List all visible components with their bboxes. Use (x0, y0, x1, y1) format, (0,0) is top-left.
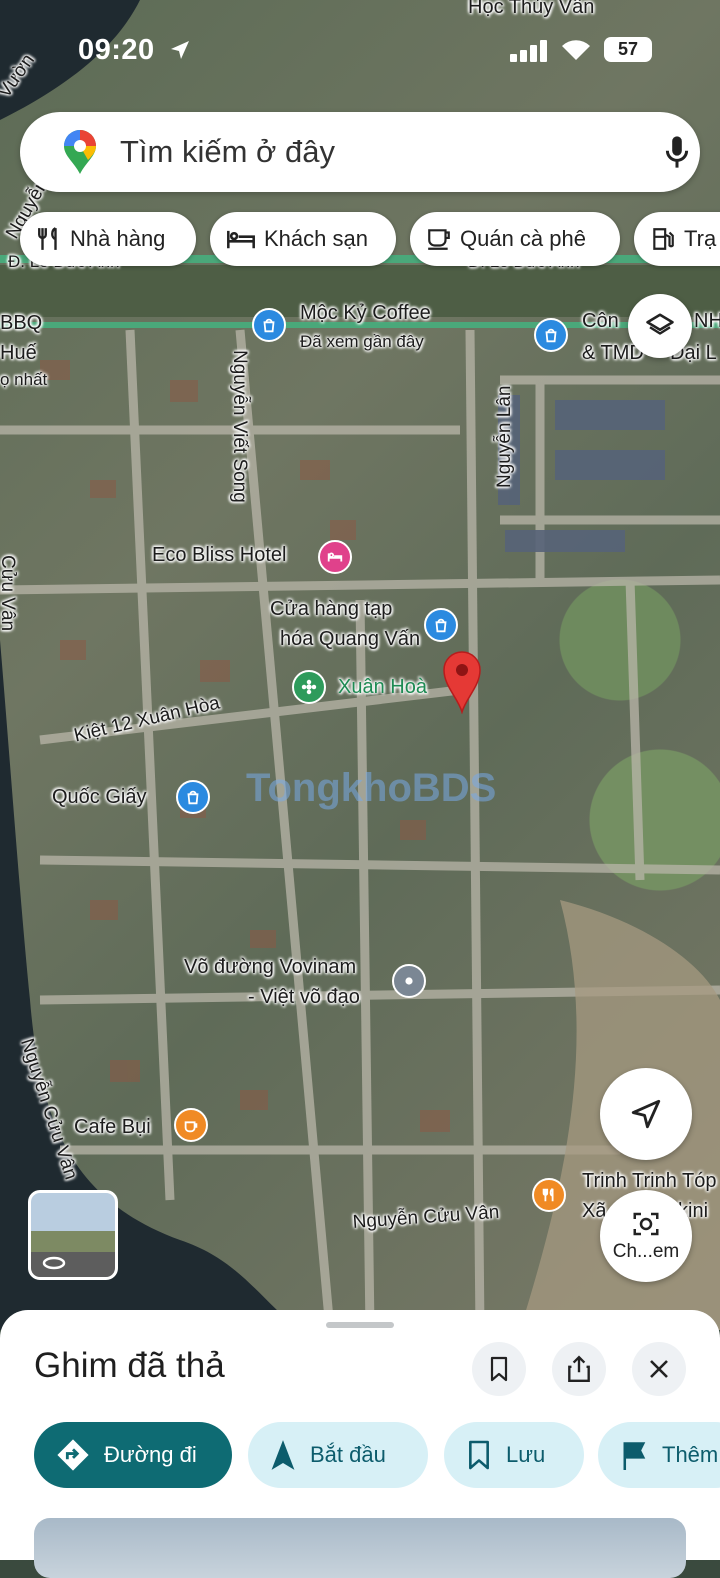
chip-label: Trạ (684, 226, 717, 251)
poi-label-cong[interactable]: Côn (582, 310, 619, 333)
more-label: Thêm (662, 1442, 719, 1467)
bookmark-icon (490, 1356, 508, 1382)
microphone-icon[interactable] (662, 134, 692, 170)
search-bar[interactable]: Tìm kiếm ở đây (20, 112, 700, 192)
start-button[interactable]: Bắt đầu (248, 1422, 428, 1488)
navigation-arrow-icon (271, 1440, 295, 1470)
poi-label-cua-hang-2[interactable]: hóa Quang Vấn (280, 628, 420, 651)
poi-label-nhat[interactable]: ọ nhất (0, 370, 47, 390)
navigation-arrow-icon (631, 1099, 661, 1129)
chip-label: Khách sạn (264, 226, 368, 251)
place-photo[interactable] (34, 1518, 686, 1578)
street-label-nguyen-lan: Nguyễn Lân (494, 385, 515, 488)
shopping-pin-icon[interactable] (252, 308, 286, 342)
restaurant-pin-icon[interactable] (532, 1178, 566, 1212)
poi-label-vovinam-2[interactable]: - Việt võ đạo (248, 986, 360, 1009)
poi-label-vovinam-1[interactable]: Võ đường Vovinam (184, 956, 356, 979)
sheet-drag-handle[interactable] (326, 1322, 394, 1328)
street-label-nguyen-viet-song: Nguyễn Viết Song (229, 350, 250, 503)
start-label: Bắt đầu (310, 1442, 386, 1467)
layers-icon (646, 313, 674, 335)
chip-hotels[interactable]: Khách sạn (210, 212, 396, 266)
save-label: Lưu (506, 1442, 546, 1467)
close-button[interactable] (632, 1342, 686, 1396)
flag-icon (623, 1442, 646, 1470)
hotel-icon (227, 230, 255, 249)
save-button[interactable]: Lưu (444, 1422, 584, 1488)
poi-label-quoc-giay[interactable]: Quốc Giấy (52, 786, 146, 809)
directions-label: Đường đi (104, 1442, 197, 1467)
category-chips: Nhà hàng Khách sạn Quán cà phê Trạ (20, 212, 720, 268)
gas-station-icon (653, 228, 674, 250)
wifi-icon (562, 40, 590, 60)
chip-label: Quán cà phê (460, 226, 586, 251)
dropped-pin-sheet: Ghim đã thả Đường đi Bắt đầu Lưu Thêm (0, 1310, 720, 1578)
close-icon (650, 1360, 668, 1378)
map-layers-button[interactable] (628, 294, 692, 358)
directions-button[interactable]: Đường đi (34, 1422, 232, 1488)
cellular-signal-icon (510, 40, 547, 62)
chip-gas-stations[interactable]: Trạ (634, 212, 720, 266)
poi-label-recently-viewed: Đã xem gần đây (300, 332, 424, 351)
battery-indicator: 57 (604, 37, 652, 62)
shopping-pin-icon[interactable] (534, 318, 568, 352)
poi-label-cua-hang-1[interactable]: Cửa hàng tạp (270, 598, 392, 621)
camera-search-button[interactable]: Ch...em (600, 1190, 692, 1282)
bookmark-icon (469, 1440, 489, 1470)
street-label-cuu-van-top: Cửu Vân (0, 555, 18, 632)
camera-button-label: Ch...em (612, 1241, 680, 1262)
poi-label-cafe-bui[interactable]: Cafe Bụi (74, 1116, 151, 1139)
status-bar: 09:20 57 (0, 0, 720, 100)
poi-label-nhi[interactable]: NHI (694, 310, 720, 333)
share-icon (568, 1355, 590, 1383)
shopping-pin-icon[interactable] (176, 780, 210, 814)
restaurant-icon (38, 227, 57, 250)
sheet-title: Ghim đã thả (34, 1346, 225, 1385)
dropped-pin-icon[interactable] (440, 648, 484, 714)
chip-restaurants[interactable]: Nhà hàng (20, 212, 196, 266)
watermark: TongkhoBDS (246, 766, 497, 810)
more-button[interactable]: Thêm (598, 1422, 720, 1488)
cafe-pin-icon[interactable] (174, 1108, 208, 1142)
street-view-thumbnail[interactable] (28, 1190, 118, 1280)
shopping-pin-icon[interactable] (424, 608, 458, 642)
save-icon-button[interactable] (472, 1342, 526, 1396)
location-arrow-icon (171, 41, 189, 59)
chip-label: Nhà hàng (70, 226, 166, 251)
share-button[interactable] (552, 1342, 606, 1396)
park-pin-icon[interactable] (292, 670, 326, 704)
place-pin-icon[interactable] (392, 964, 426, 998)
chip-coffee[interactable]: Quán cà phê (410, 212, 620, 266)
poi-label-moc-ky-coffee[interactable]: Mộc Kỷ Coffee (300, 302, 431, 325)
directions-icon (57, 1439, 89, 1471)
poi-label-hue[interactable]: Huế (0, 342, 37, 365)
camera-lens-icon (633, 1212, 659, 1236)
satellite-map[interactable]: Học Thủy Vân Vườn Nguyễn Đ. Lê Đức Anh Đ… (0, 0, 720, 1330)
search-input[interactable]: Tìm kiếm ở đây (120, 134, 335, 170)
poi-label-bbq[interactable]: BBQ (0, 312, 42, 335)
status-time: 09:20 (78, 34, 155, 66)
google-maps-logo-icon (64, 130, 96, 174)
coffee-icon (428, 229, 450, 250)
my-location-button[interactable] (600, 1068, 692, 1160)
street-view-rotate-icon (42, 1256, 66, 1270)
poi-label-eco-bliss-hotel[interactable]: Eco Bliss Hotel (152, 544, 287, 567)
poi-label-xuan-hoa[interactable]: Xuân Hoà (338, 676, 427, 699)
hotel-pin-icon[interactable] (318, 540, 352, 574)
